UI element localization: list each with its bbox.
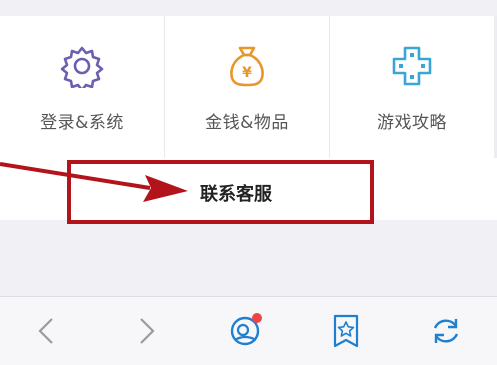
- money-bag-icon: ¥: [225, 44, 269, 88]
- refresh-button[interactable]: [426, 311, 466, 351]
- category-label: 登录&系统: [40, 113, 124, 133]
- category-money-items[interactable]: ¥ 金钱&物品: [164, 16, 329, 158]
- category-game-guide[interactable]: 游戏攻略: [329, 16, 494, 158]
- svg-text:¥: ¥: [242, 65, 252, 81]
- annotation-arrow-icon: [0, 162, 188, 202]
- back-button[interactable]: [27, 311, 67, 351]
- category-label: 游戏攻略: [377, 113, 447, 133]
- notification-dot: [252, 313, 262, 323]
- forward-icon: [140, 318, 155, 344]
- back-icon: [38, 318, 53, 344]
- gear-icon: [60, 44, 104, 88]
- top-strip: [0, 0, 497, 16]
- bookmark-button[interactable]: [326, 311, 366, 351]
- category-label: 金钱&物品: [205, 113, 289, 133]
- refresh-icon: [433, 319, 459, 343]
- gamepad-icon: [390, 44, 434, 88]
- category-login-system[interactable]: 登录&系统: [0, 16, 164, 158]
- forward-button[interactable]: [126, 311, 166, 351]
- bottom-toolbar: [0, 296, 497, 365]
- category-grid: 登录&系统 ¥ 金钱&物品 游戏攻略: [0, 16, 494, 158]
- bookmark-star-icon: [333, 314, 359, 348]
- chat-button[interactable]: [226, 311, 266, 351]
